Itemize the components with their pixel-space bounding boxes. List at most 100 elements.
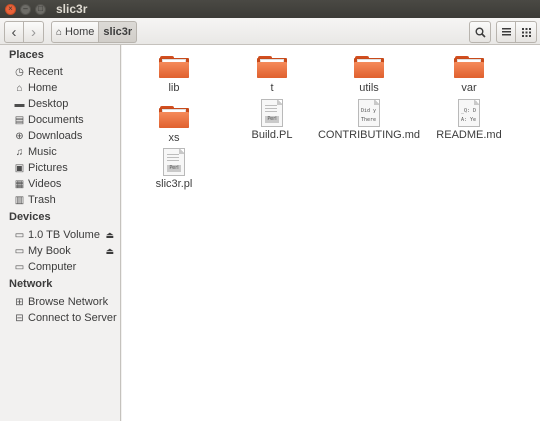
file-item-var[interactable]: var <box>424 56 514 94</box>
file-item-contributing-md[interactable]: Did y There CONTRIBUTING.md <box>318 99 420 141</box>
sidebar-item-label: Desktop <box>28 98 69 110</box>
file-name: README.md <box>436 129 502 141</box>
sidebar-item-label: Pictures <box>28 162 68 174</box>
sidebar-item-label: Videos <box>28 178 62 190</box>
breadcrumb-label: Home <box>65 26 95 38</box>
recent-icon: ◷ <box>15 66 24 78</box>
file-name: var <box>461 82 477 94</box>
sidebar-item-label: Downloads <box>28 130 83 142</box>
file-preview-line: There <box>361 117 377 123</box>
breadcrumb-home[interactable]: ⌂ Home <box>51 21 100 43</box>
sidebar-item-desktop[interactable]: ▬ Desktop <box>14 96 118 112</box>
documents-icon: ▤ <box>14 114 25 126</box>
sidebar-item-videos[interactable]: ▦ Videos <box>14 176 118 192</box>
drive-icon: ▭ <box>14 229 25 241</box>
sidebar-item-label: 1.0 TB Volume <box>28 229 100 241</box>
file-preview-line: Did y <box>361 108 377 114</box>
file-name: utils <box>359 82 379 94</box>
search-icon <box>475 27 486 38</box>
breadcrumb-current[interactable]: slic3r <box>99 21 138 43</box>
sidebar-item-label: Browse Network <box>28 296 109 308</box>
file-item-t[interactable]: t <box>227 56 317 94</box>
drive-icon: ▭ <box>14 245 25 257</box>
sidebar-item-label: Trash <box>28 194 56 206</box>
file-item-xs[interactable]: xs <box>129 106 219 144</box>
sidebar-item-my-book[interactable]: ▭ My Book ⏏ <box>14 243 118 259</box>
file-item-slic3r-pl[interactable]: Perl slic3r.pl <box>129 148 219 190</box>
sidebar-item-trash[interactable]: ▥ Trash <box>14 192 118 208</box>
home-icon: ⌂ <box>16 82 23 94</box>
window-title: slic3r <box>56 2 88 16</box>
videos-icon: ▦ <box>14 178 25 190</box>
file-item-build-pl[interactable]: Perl Build.PL <box>227 99 317 141</box>
sidebar-item-label: Home <box>28 82 58 94</box>
breadcrumb-label: slic3r <box>103 26 133 38</box>
folder-icon <box>354 56 384 78</box>
devices-heading: Devices <box>9 211 51 223</box>
back-button[interactable]: ‹ <box>4 21 24 43</box>
folder-icon <box>257 56 287 78</box>
text-file-icon: Did y There <box>358 99 380 127</box>
music-icon: ♫ <box>15 146 24 158</box>
file-view: lib t utils var xs Perl Build.PL Did y T… <box>122 45 540 421</box>
grid-view-button[interactable] <box>516 21 537 43</box>
list-view-button[interactable] <box>496 21 516 43</box>
perl-file-icon: Perl <box>163 148 185 176</box>
perl-badge: Perl <box>265 116 279 123</box>
desktop-icon: ▬ <box>14 98 25 110</box>
network-icon: ⊞ <box>15 296 24 308</box>
sidebar-item-downloads[interactable]: ⊕ Downloads <box>14 128 118 144</box>
sidebar-item-connect-to-server[interactable]: ⊟ Connect to Server <box>14 310 118 326</box>
forward-icon: › <box>31 23 36 41</box>
breadcrumb: ⌂ Home slic3r <box>51 21 138 43</box>
eject-icon[interactable]: ⏏ <box>105 246 114 257</box>
maximize-window-button[interactable]: □ <box>35 3 46 15</box>
text-file-icon: _Q: D A: Ye <box>458 99 480 127</box>
file-name: xs <box>168 132 180 144</box>
eject-icon[interactable]: ⏏ <box>105 230 114 241</box>
server-icon: ⊟ <box>15 312 24 324</box>
file-preview-line: _Q: D <box>461 108 477 114</box>
sidebar-item-1tb-volume[interactable]: ▭ 1.0 TB Volume ⏏ <box>14 227 118 243</box>
sidebar-item-recent[interactable]: ◷ Recent <box>14 64 118 80</box>
sidebar-item-label: Recent <box>28 66 63 78</box>
sidebar-item-music[interactable]: ♫ Music <box>14 144 118 160</box>
title-bar: × – □ slic3r <box>0 0 540 18</box>
back-icon: ‹ <box>11 23 17 41</box>
navigation-buttons: ‹ › <box>4 21 44 43</box>
file-name: CONTRIBUTING.md <box>317 129 421 141</box>
sidebar-item-home[interactable]: ⌂ Home <box>14 80 118 96</box>
perl-file-icon: Perl <box>261 99 283 127</box>
sidebar-item-browse-network[interactable]: ⊞ Browse Network <box>14 294 118 310</box>
file-name: lib <box>168 82 180 94</box>
sidebar-item-pictures[interactable]: ▣ Pictures <box>14 160 118 176</box>
folder-icon <box>159 56 189 78</box>
file-name: t <box>270 82 274 94</box>
toolbar: ‹ › ⌂ Home slic3r <box>0 18 540 45</box>
sidebar-item-label: Music <box>28 146 57 158</box>
downloads-icon: ⊕ <box>15 130 24 142</box>
file-item-lib[interactable]: lib <box>129 56 219 94</box>
file-item-readme-md[interactable]: _Q: D A: Ye README.md <box>424 99 514 141</box>
pictures-icon: ▣ <box>14 162 25 174</box>
places-heading: Places <box>9 49 44 61</box>
perl-badge: Perl <box>167 165 181 172</box>
forward-button[interactable]: › <box>24 21 44 43</box>
sidebar-item-label: My Book <box>28 245 71 257</box>
sidebar: Places ◷ Recent ⌂ Home ▬ Desktop ▤ Docum… <box>0 45 121 421</box>
computer-icon: ▭ <box>14 261 25 273</box>
sidebar-item-label: Computer <box>28 261 77 273</box>
sidebar-item-documents[interactable]: ▤ Documents <box>14 112 118 128</box>
search-button[interactable] <box>469 21 491 43</box>
file-name: Build.PL <box>251 129 293 141</box>
folder-icon <box>454 56 484 78</box>
minimize-window-button[interactable]: – <box>20 3 31 15</box>
list-icon <box>501 28 511 36</box>
file-name: slic3r.pl <box>155 178 193 190</box>
sidebar-item-computer[interactable]: ▭ Computer <box>14 259 118 275</box>
home-icon: ⌂ <box>56 26 63 38</box>
close-window-button[interactable]: × <box>5 3 16 15</box>
grid-icon <box>521 27 531 37</box>
file-item-utils[interactable]: utils <box>324 56 414 94</box>
folder-icon <box>159 106 189 128</box>
